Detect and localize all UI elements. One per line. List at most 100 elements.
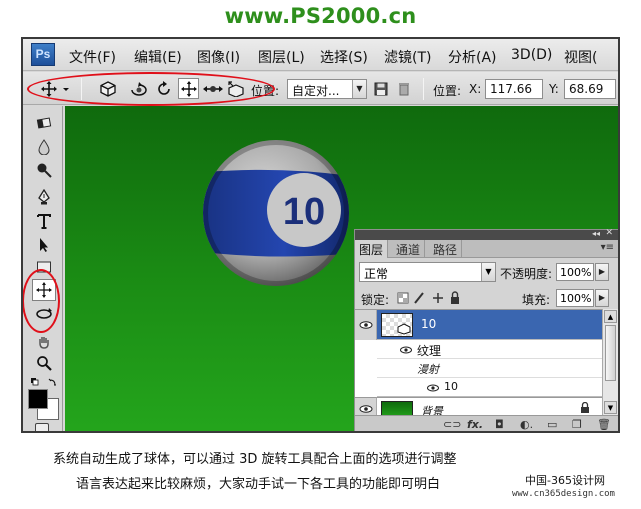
layer-row-diffuse[interactable]: 漫射 [377, 359, 602, 378]
layer-row-10-texture[interactable]: 10 [377, 378, 602, 397]
watermark-url: www.cn365design.com [512, 489, 615, 499]
drop-icon [38, 139, 50, 155]
position-dropdown[interactable]: 自定对... ▼ [287, 79, 367, 99]
layer-name: 纹理 [417, 344, 442, 358]
chevron-down-icon: ▼ [481, 263, 495, 281]
panel-menu-icon[interactable]: ▾≡ [601, 242, 614, 253]
y-label: Y: [549, 82, 559, 96]
layer-list-scrollbar[interactable]: ▲ ▼ [602, 309, 618, 415]
quick-mask-button[interactable] [35, 423, 49, 431]
new-group-icon[interactable]: ▭ [547, 418, 557, 431]
fill-input[interactable]: 100% [556, 289, 594, 307]
layer-list: 10 纹理 漫射 10 背景 [355, 309, 602, 415]
fx-icon[interactable]: fx. [467, 418, 483, 431]
swap-colors-icon [31, 378, 56, 386]
caption-line-1: 系统自动生成了球体，可以通过 3D 旋转工具配合上面的选项进行调整 [53, 452, 457, 467]
scroll-thumb[interactable] [605, 325, 616, 381]
type-icon [37, 214, 51, 229]
tab-layers[interactable]: 图层 [355, 240, 389, 258]
layer-row-10[interactable]: 10 [377, 310, 602, 340]
lock-pixels-icon [414, 292, 424, 304]
menu-file[interactable]: 文件(F) [69, 47, 116, 67]
layer-name: 漫射 [417, 363, 439, 376]
layer-name: 10 [444, 380, 458, 393]
eraser-icon [36, 117, 52, 129]
pen-tool[interactable] [32, 186, 56, 208]
type-tool[interactable] [32, 210, 56, 232]
delete-position-button[interactable] [393, 78, 414, 99]
photoshop-screenshot: Ps 文件(F) 编辑(E) 图像(I) 图层(L) 选择(S) 滤镜(T) 分… [21, 37, 620, 433]
add-mask-icon[interactable]: ◘ [495, 418, 504, 431]
menu-bar: Ps 文件(F) 编辑(E) 图像(I) 图层(L) 选择(S) 滤镜(T) 分… [23, 39, 618, 71]
dodge-tool[interactable] [32, 159, 56, 181]
tab-channels[interactable]: 通道 [392, 240, 426, 258]
highlight-ellipse-tools [23, 269, 60, 333]
adjustment-layer-icon[interactable]: ◐. [520, 418, 533, 431]
x-label: X: [469, 82, 482, 96]
foreground-color-swatch[interactable] [28, 389, 48, 409]
fill-arrow-button[interactable]: ▶ [595, 289, 609, 307]
y-input[interactable]: 68.69 [564, 79, 616, 99]
site-title: www.PS2000.cn [224, 4, 417, 28]
close-icon[interactable]: ✕ [605, 228, 613, 238]
menu-filter[interactable]: 滤镜(T) [384, 47, 431, 67]
visibility-eye-icon [400, 346, 412, 354]
scroll-up-button[interactable]: ▲ [604, 310, 617, 323]
opacity-arrow-button[interactable]: ▶ [595, 263, 609, 281]
menu-view[interactable]: 视图( [564, 47, 597, 67]
menu-image[interactable]: 图像(I) [197, 47, 240, 67]
watermark-name: 中国-365设计网 [525, 474, 605, 487]
blur-tool[interactable] [32, 136, 56, 158]
visibility-eye-icon[interactable] [355, 397, 377, 415]
scroll-down-button[interactable]: ▼ [604, 401, 617, 414]
new-layer-icon[interactable]: ❐ [572, 418, 582, 431]
layer-row-textures[interactable]: 纹理 [377, 340, 602, 359]
x-input[interactable]: 117.66 [485, 79, 543, 99]
delete-layer-icon[interactable]: 🗑 [597, 418, 611, 431]
menu-analysis[interactable]: 分析(A) [448, 47, 497, 67]
path-selection-tool[interactable] [32, 234, 56, 256]
position-dropdown-value: 自定对... [292, 84, 340, 98]
eraser-tool[interactable] [32, 112, 56, 134]
opacity-input[interactable]: 100% [556, 263, 594, 281]
trash-icon [398, 82, 409, 95]
lock-icon [581, 402, 589, 413]
default-colors-control[interactable] [30, 374, 60, 386]
panel-tabs: 图层 通道 路径 ▾≡ [355, 240, 618, 258]
lock-icons [397, 290, 467, 306]
highlight-ellipse-options [27, 72, 275, 106]
hand-icon [39, 337, 49, 349]
link-layers-icon[interactable]: ⊂⊃ [443, 418, 461, 431]
menu-select[interactable]: 选择(S) [320, 47, 368, 67]
tab-paths[interactable]: 路径 [429, 240, 463, 258]
arrow-icon [40, 238, 48, 252]
layer-name: 背景 [421, 405, 443, 415]
layer-thumbnail [381, 401, 413, 415]
menu-layer[interactable]: 图层(L) [258, 47, 305, 67]
layer-row-background[interactable]: 背景 [377, 397, 602, 415]
fill-label: 填充: [522, 293, 551, 307]
position-coords-label: 位置: [433, 84, 462, 98]
blend-mode-dropdown[interactable]: 正常 ▼ [359, 262, 496, 282]
toolbox [23, 106, 63, 431]
layers-panel: ◂◂ ✕ 图层 通道 路径 ▾≡ 正常 ▼ 不透明度: 100% ▶ 锁定: 填… [354, 228, 618, 431]
menu-edit[interactable]: 编辑(E) [134, 47, 182, 67]
chevron-down-icon: ▼ [352, 80, 366, 98]
hand-tool[interactable] [32, 331, 56, 353]
layer-name: 10 [421, 317, 437, 331]
save-icon [374, 82, 387, 95]
blend-mode-value: 正常 [364, 267, 389, 281]
lock-all-icon [451, 297, 459, 304]
ball-number: 10 [283, 191, 325, 233]
menu-3d[interactable]: 3D(D) [511, 47, 552, 63]
separator [423, 78, 424, 100]
pen-icon [38, 189, 50, 205]
page: www.PS2000.cn Ps 文件(F) 编辑(E) 图像(I) 图层(L)… [0, 0, 641, 509]
zoom-icon [37, 356, 52, 371]
collapse-icon[interactable]: ◂◂ [592, 229, 600, 238]
zoom-tool[interactable] [32, 352, 56, 374]
visibility-eye-icon [427, 384, 439, 392]
lock-label: 锁定: [361, 293, 390, 307]
save-position-button[interactable] [370, 78, 391, 99]
visibility-eye-icon[interactable] [355, 310, 377, 340]
